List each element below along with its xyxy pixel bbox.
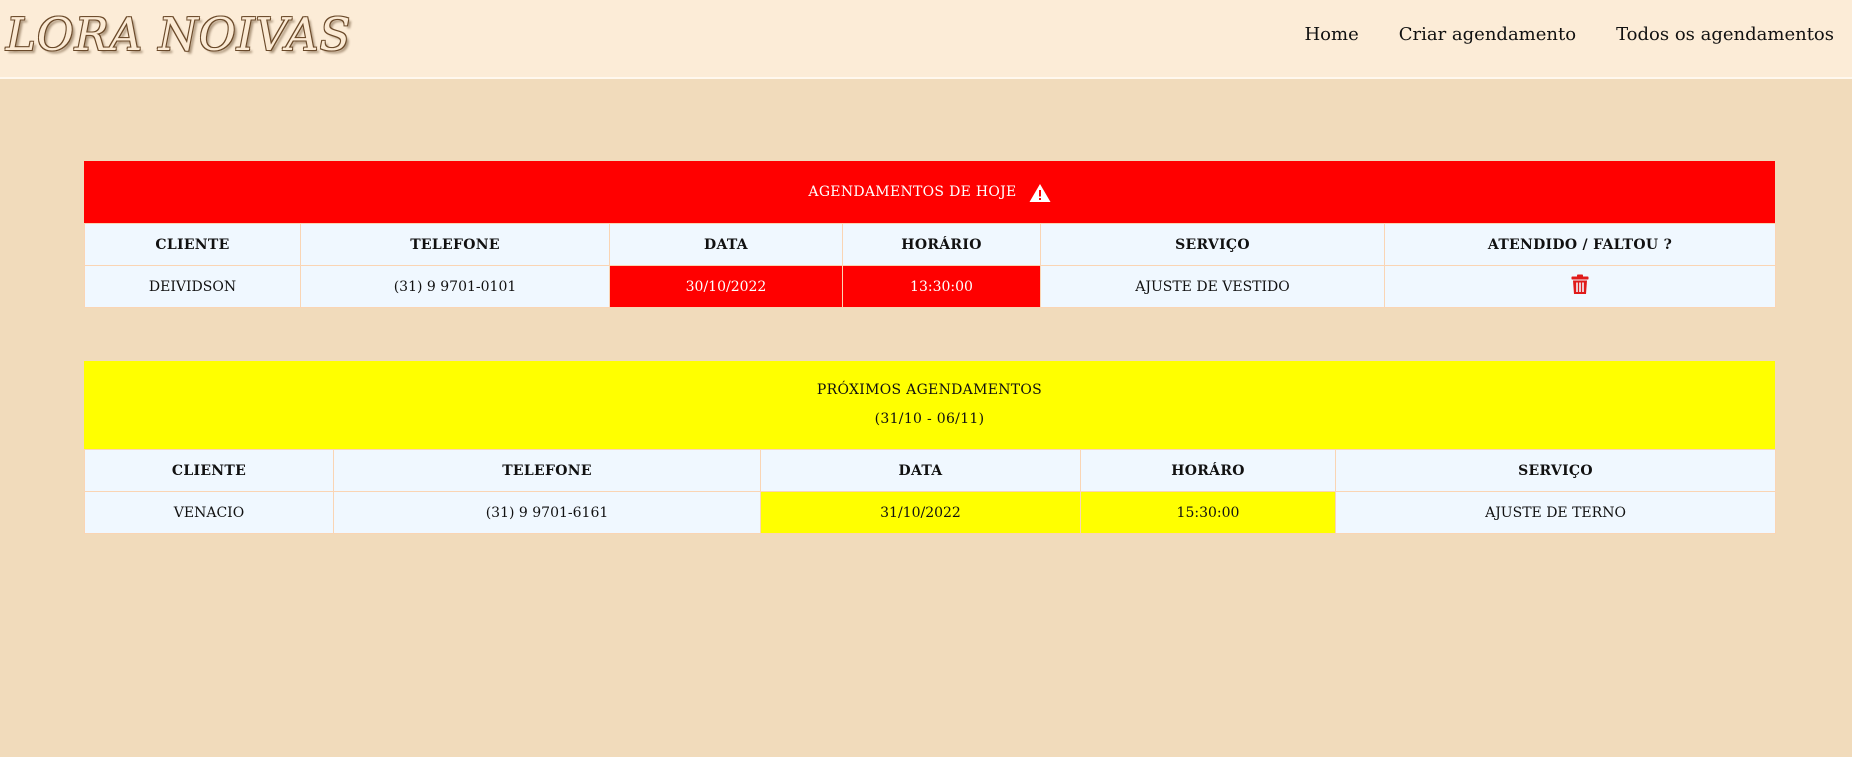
column-header-horario: HORÁRO [1080,449,1336,492]
trash-icon[interactable] [1571,274,1589,295]
column-header-horario: HORÁRIO [842,223,1041,266]
nav-links: Home Criar agendamento Todos os agendame… [1304,24,1834,45]
cell-telefone: (31) 9 9701-0101 [300,265,610,308]
today-table: CLIENTE TELEFONE DATA HORÁRIO SERVIÇO AT… [84,223,1776,308]
warning-icon [1029,183,1051,203]
cell-horario: 15:30:00 [1080,491,1336,534]
table-header-row: CLIENTE TELEFONE DATA HORÁRO SERVIÇO [84,449,1776,492]
nav-link-home[interactable]: Home [1304,24,1358,45]
cell-servico: AJUSTE DE TERNO [1335,491,1776,534]
cell-data: 31/10/2022 [760,491,1081,534]
column-header-servico: SERVIÇO [1335,449,1776,492]
cell-cliente: VENACIO [84,491,334,534]
upcoming-header: PRÓXIMOS AGENDAMENTOS (31/10 - 06/11) [84,361,1775,449]
column-header-telefone: TELEFONE [300,223,610,266]
table-row: VENACIO (31) 9 9701-6161 31/10/2022 15:3… [84,491,1776,534]
nav-link-criar-agendamento[interactable]: Criar agendamento [1399,24,1576,45]
upcoming-title: PRÓXIMOS AGENDAMENTOS [816,382,1043,398]
column-header-telefone: TELEFONE [333,449,761,492]
cell-data: 30/10/2022 [609,265,843,308]
today-appointments-panel: AGENDAMENTOS DE HOJE CLIENTE TELEFONE DA… [84,161,1776,308]
column-header-atendido-faltou: ATENDIDO / FALTOU ? [1384,223,1776,266]
column-header-servico: SERVIÇO [1040,223,1385,266]
cell-action [1384,265,1776,308]
column-header-data: DATA [760,449,1081,492]
upcoming-date-range: (31/10 - 06/11) [874,411,985,427]
cell-cliente: DEIVIDSON [84,265,301,308]
cell-telefone: (31) 9 9701-6161 [333,491,761,534]
brand-logo[interactable]: LORA NOIVAS [6,8,351,61]
column-header-data: DATA [609,223,843,266]
cell-servico: AJUSTE DE VESTIDO [1040,265,1385,308]
upcoming-appointments-panel: PRÓXIMOS AGENDAMENTOS (31/10 - 06/11) CL… [84,361,1776,534]
today-header: AGENDAMENTOS DE HOJE [84,161,1775,223]
upcoming-table: CLIENTE TELEFONE DATA HORÁRO SERVIÇO VEN… [84,449,1776,534]
navbar: LORA NOIVAS Home Criar agendamento Todos… [0,0,1852,79]
table-header-row: CLIENTE TELEFONE DATA HORÁRIO SERVIÇO AT… [84,223,1776,266]
today-title: AGENDAMENTOS DE HOJE [808,184,1017,200]
cell-horario: 13:30:00 [842,265,1041,308]
column-header-cliente: CLIENTE [84,449,334,492]
column-header-cliente: CLIENTE [84,223,301,266]
table-row: DEIVIDSON (31) 9 9701-0101 30/10/2022 13… [84,265,1776,308]
nav-link-todos-agendamentos[interactable]: Todos os agendamentos [1616,24,1834,45]
